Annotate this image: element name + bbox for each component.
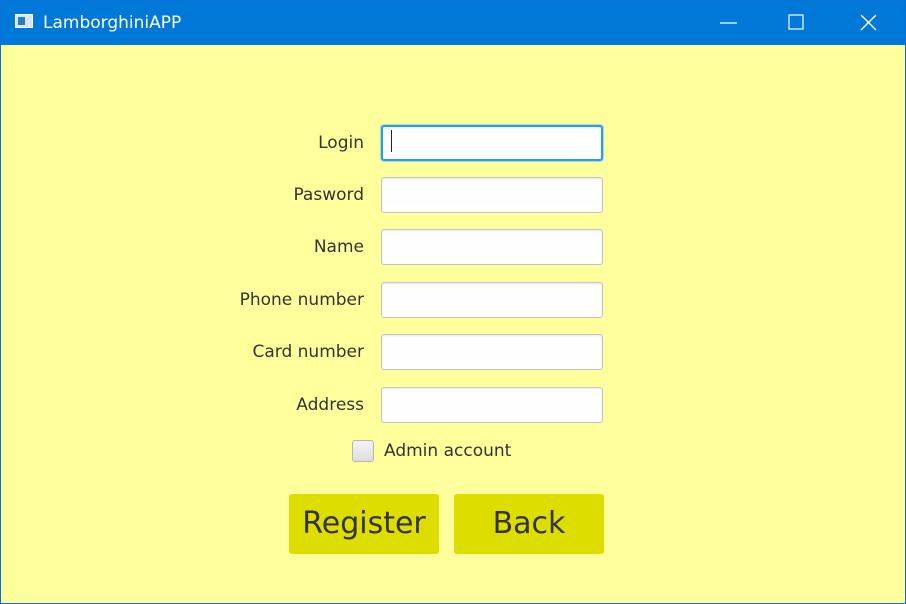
password-input[interactable] (381, 177, 603, 213)
card-number-label: Card number (252, 342, 364, 362)
maximize-button[interactable] (763, 1, 831, 45)
phone-number-input[interactable] (381, 282, 603, 318)
name-label: Name (313, 237, 364, 257)
title-bar[interactable]: LamborghiniAPP (1, 1, 905, 45)
register-button[interactable]: Register (289, 494, 439, 554)
admin-account-checkbox[interactable] (352, 440, 374, 462)
phone-number-label: Phone number (239, 290, 364, 310)
back-button[interactable]: Back (454, 494, 604, 554)
login-label: Login (318, 133, 364, 153)
text-caret (391, 130, 392, 152)
login-input[interactable] (381, 125, 603, 161)
close-button[interactable] (835, 1, 903, 45)
name-input[interactable] (381, 229, 603, 265)
admin-account-label[interactable]: Admin account (384, 439, 511, 463)
maximize-icon (788, 14, 804, 30)
app-icon (15, 14, 33, 28)
close-icon (860, 14, 877, 31)
window-title: LamborghiniAPP (43, 13, 182, 33)
address-input[interactable] (381, 387, 603, 423)
password-label: Pasword (293, 185, 364, 205)
app-window: LamborghiniAPP Login Pasword Name Phone … (0, 0, 906, 604)
card-number-input[interactable] (381, 334, 603, 370)
address-label: Address (296, 395, 364, 415)
minimize-button[interactable] (695, 1, 763, 45)
minimize-icon (720, 22, 737, 24)
